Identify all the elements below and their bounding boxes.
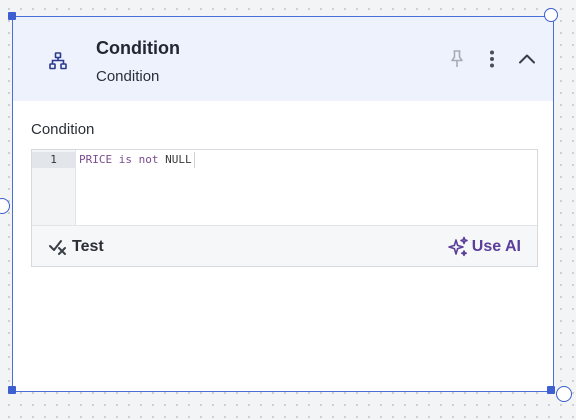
line-number: 1	[32, 152, 75, 168]
node-title: Condition	[96, 38, 180, 58]
code-token-null: NULL	[165, 153, 192, 166]
condition-field-label: Condition	[31, 121, 95, 138]
code-token-identifier: PRICE	[79, 153, 113, 166]
code-line[interactable]: PRICE is not NULL	[79, 152, 195, 168]
test-button-label: Test	[72, 238, 104, 255]
line-gutter: 1	[32, 150, 76, 225]
condition-node[interactable]: Condition Condition Condition 1 PRICE is…	[12, 16, 554, 392]
code-token-keyword: is not	[118, 153, 159, 166]
more-vertical-icon	[490, 50, 494, 68]
resize-handle-bottom-left[interactable]	[8, 386, 16, 394]
check-x-icon	[49, 240, 66, 255]
resize-handle-top-left[interactable]	[8, 12, 16, 20]
pin-icon	[451, 50, 463, 67]
code-editor[interactable]: 1 PRICE is not NULL Test Use AI	[31, 149, 538, 267]
editor-footer: Test Use AI	[32, 225, 537, 266]
node-header: Condition Condition	[13, 17, 553, 101]
input-connector[interactable]	[0, 198, 10, 214]
hierarchy-icon	[49, 52, 67, 70]
sparkles-icon	[447, 236, 468, 257]
pin-button[interactable]	[445, 47, 469, 71]
more-options-button[interactable]	[480, 47, 504, 71]
resize-handle-bottom-right[interactable]	[547, 386, 555, 394]
output-connector[interactable]	[556, 386, 572, 402]
chevron-up-icon	[519, 54, 535, 64]
use-ai-button-label: Use AI	[471, 238, 521, 255]
test-button[interactable]: Test	[48, 235, 104, 259]
resize-handle-top-right[interactable]	[544, 8, 558, 22]
use-ai-button[interactable]: Use AI	[446, 235, 521, 259]
node-subtitle: Condition	[96, 68, 160, 85]
collapse-button[interactable]	[515, 47, 539, 71]
